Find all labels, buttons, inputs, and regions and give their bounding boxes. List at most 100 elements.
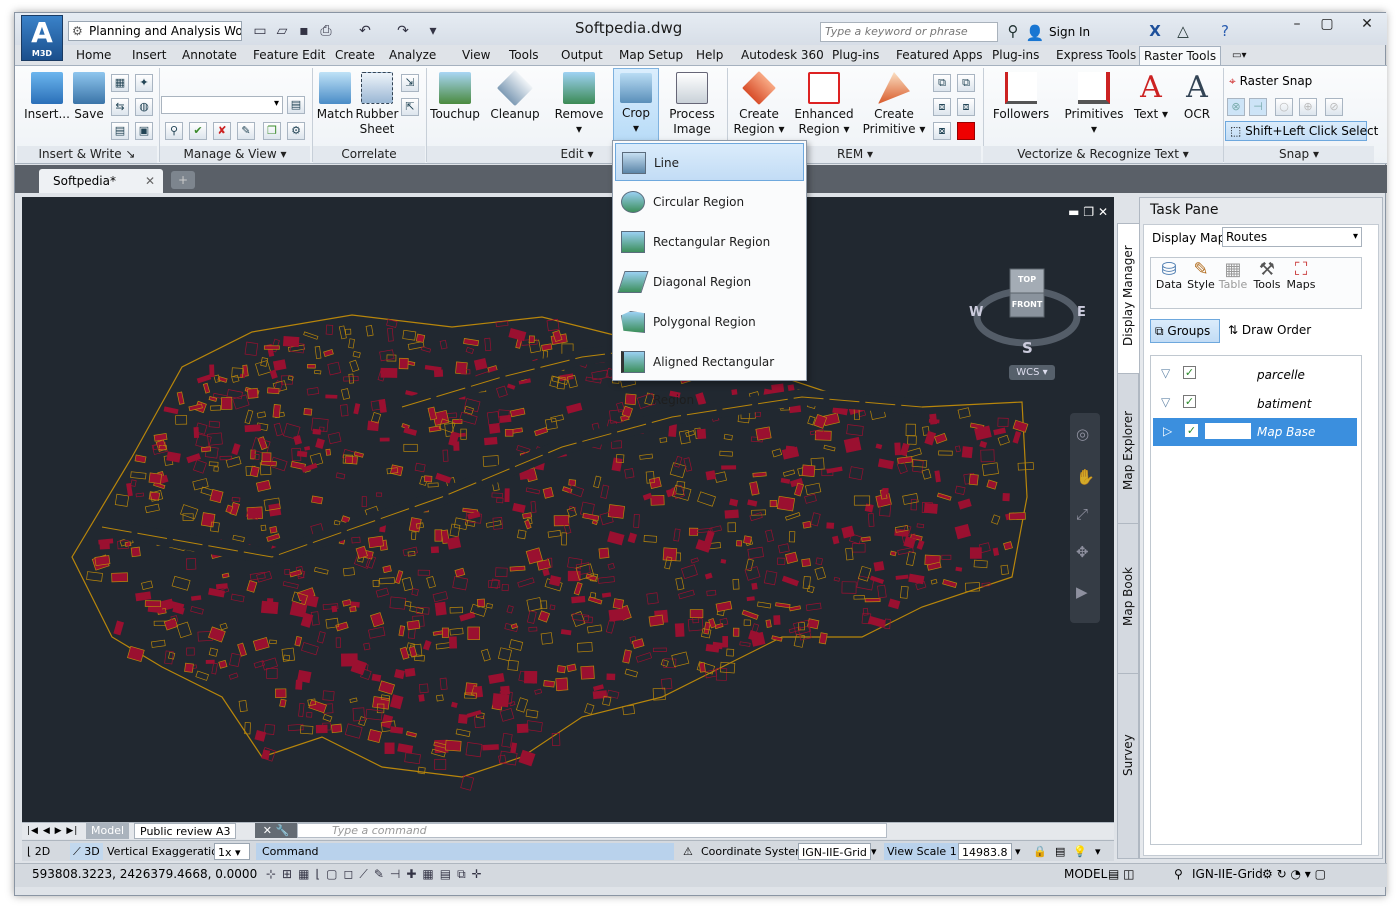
tab-map-explorer[interactable]: Map Explorer bbox=[1118, 374, 1139, 524]
shift-click-select-button[interactable]: ⬚ Shift+Left Click Select bbox=[1225, 121, 1378, 141]
rem-color-swatch[interactable] bbox=[957, 122, 975, 140]
steering-wheel-icon[interactable]: ◎ bbox=[1076, 425, 1089, 443]
minimize-button[interactable]: – bbox=[1283, 15, 1311, 35]
image-layout-icon[interactable]: ▤ bbox=[111, 122, 129, 140]
table-tool[interactable]: ▦ Table bbox=[1217, 261, 1249, 292]
tab-feature-edit[interactable]: Feature Edit bbox=[249, 46, 329, 65]
display-map-select[interactable]: Routes ▾ bbox=[1222, 227, 1362, 247]
insert-button[interactable]: Insert... bbox=[23, 72, 71, 122]
orbit-icon[interactable]: ✥ bbox=[1076, 543, 1089, 561]
mode-3d-button[interactable]: ⟋ 3D bbox=[70, 843, 103, 860]
search-input[interactable]: Type a keyword or phrase bbox=[820, 22, 998, 42]
crop-menu-aligned-rectangular-region[interactable]: Aligned Rectangular Region bbox=[615, 343, 804, 407]
hide-image-icon[interactable]: ✘ bbox=[213, 122, 231, 140]
print-icon[interactable]: ⎙ bbox=[316, 21, 336, 41]
draw-order-button[interactable]: ⇅ Draw Order bbox=[1228, 323, 1311, 337]
tab-create[interactable]: Create bbox=[331, 46, 379, 65]
raster-snap-toggle[interactable]: ⌖ Raster Snap bbox=[1229, 74, 1312, 89]
undo-icon[interactable]: ↶ bbox=[355, 21, 375, 41]
tools-tool[interactable]: ⚒ Tools bbox=[1251, 261, 1283, 292]
process-image-button[interactable]: Process Image bbox=[667, 72, 717, 137]
viewcube-top-face[interactable]: TOP bbox=[1010, 275, 1044, 284]
new-tab-button[interactable]: + bbox=[171, 171, 195, 189]
image-tree-icon[interactable]: ⚙ bbox=[287, 122, 305, 140]
annotation-scale-icon[interactable]: ⚲ bbox=[1171, 866, 1186, 883]
save-image-button[interactable]: Save bbox=[71, 72, 107, 122]
drafting-toggles[interactable]: ⊹⊞▦⌊▢◻⟋✎⊣✚▦▤⧉✛ bbox=[263, 866, 491, 883]
customize-qat-icon[interactable]: ▾ bbox=[423, 21, 443, 41]
model-space-button[interactable]: MODEL bbox=[1061, 866, 1110, 883]
groups-button[interactable]: ⧉ Groups bbox=[1150, 319, 1220, 343]
image-transfer-icon[interactable]: ⇆ bbox=[111, 98, 129, 116]
tab-autodesk-360[interactable]: Autodesk 360 bbox=[737, 46, 828, 65]
close-button[interactable]: ✕ bbox=[1349, 15, 1385, 35]
snap-mode-1-icon[interactable]: ⊗ bbox=[1227, 98, 1245, 116]
panel-vectorize[interactable]: Vectorize & Recognize Text ▾ bbox=[983, 146, 1223, 163]
coordinate-system-dropdown[interactable]: ▾ bbox=[868, 843, 880, 860]
image-globe-icon[interactable]: ◍ bbox=[135, 98, 153, 116]
save-icon[interactable]: ▪ bbox=[294, 21, 314, 41]
remove-button[interactable]: Remove ▾ bbox=[551, 72, 607, 137]
binoculars-icon[interactable]: ⚲ bbox=[1003, 21, 1023, 41]
touchup-button[interactable]: Touchup bbox=[427, 72, 483, 122]
status-menu-icon[interactable]: ▾ bbox=[1092, 843, 1104, 860]
expand-icon[interactable]: ▽ bbox=[1161, 366, 1170, 380]
layer-row-parcelle[interactable]: ▽ ✓ parcelle bbox=[1153, 364, 1359, 388]
tab-featured-apps[interactable]: Featured Apps bbox=[892, 46, 986, 65]
close-tab-icon[interactable]: ✕ bbox=[145, 169, 155, 193]
maximize-button[interactable]: ▢ bbox=[1313, 15, 1341, 35]
viewport-restore-icon[interactable]: ❐ bbox=[1083, 205, 1094, 219]
crop-menu-line[interactable]: Line bbox=[615, 143, 804, 181]
style-tool[interactable]: ✎ Style bbox=[1185, 261, 1217, 292]
view-scale-input[interactable]: 14983.8 bbox=[958, 843, 1012, 860]
tab-display-manager[interactable]: Display Manager bbox=[1118, 224, 1139, 374]
rem-split-icon[interactable]: ⧈ bbox=[957, 98, 975, 116]
panel-correlate[interactable]: Correlate bbox=[313, 146, 425, 163]
command-line-controls[interactable]: ✕ 🔧 bbox=[255, 823, 297, 838]
text-button[interactable]: A Text ▾ bbox=[1131, 72, 1171, 122]
compass-west[interactable]: W bbox=[969, 305, 983, 320]
view-scale-dropdown[interactable]: ▾ bbox=[1012, 843, 1024, 860]
copy-image-icon[interactable]: ❐ bbox=[263, 122, 281, 140]
tab-output[interactable]: Output bbox=[557, 46, 607, 65]
compass-east[interactable]: E bbox=[1077, 305, 1086, 320]
compass-south[interactable]: S bbox=[1022, 339, 1033, 357]
rem-paste-icon[interactable]: ⧉ bbox=[957, 74, 975, 92]
followers-button[interactable]: Followers bbox=[990, 72, 1052, 122]
vertical-exaggeration-select[interactable]: 1x ▾ bbox=[214, 843, 250, 860]
workspace-switch-icon[interactable]: ⚙ ↻ ◔ ▾ ▢ bbox=[1259, 866, 1329, 883]
layer-visibility-checkbox[interactable]: ✓ bbox=[1183, 395, 1196, 408]
redo-icon[interactable]: ↷ bbox=[393, 21, 413, 41]
snap-mode-3-icon[interactable]: ○ bbox=[1275, 98, 1293, 116]
primitives-button[interactable]: Primitives ▾ bbox=[1061, 72, 1127, 137]
zoom-extents-icon[interactable]: ⤢ bbox=[1076, 505, 1088, 523]
rem-merge-icon[interactable]: ⧈ bbox=[933, 98, 951, 116]
drawing-canvas[interactable]: ▬ ❐ ✕ TOP FRONT W E S WCS ▾ ◎ ✋ ⤢ ✥ ▶ bbox=[22, 197, 1114, 822]
document-tab[interactable]: Softpedia* ✕ bbox=[39, 169, 163, 193]
match-button[interactable]: Match bbox=[315, 72, 355, 122]
panel-insert-write[interactable]: Insert & Write ↘ bbox=[17, 146, 157, 163]
workspace-switcher[interactable]: ⚙ Planning and Analysis Wo... bbox=[68, 21, 242, 41]
autodesk-360-icon[interactable]: △ bbox=[1173, 21, 1193, 41]
zoom-icon[interactable]: ⚲ bbox=[165, 122, 183, 140]
tab-model-layout[interactable]: Model bbox=[86, 823, 130, 839]
snap-mode-4-icon[interactable]: ⊕ bbox=[1299, 98, 1317, 116]
viewcube[interactable]: TOP FRONT W E S WCS ▾ bbox=[967, 257, 1087, 387]
viewport-minimize-icon[interactable]: ▬ bbox=[1068, 205, 1079, 219]
new-file-icon[interactable]: ▭ bbox=[250, 21, 270, 41]
map-list-icon[interactable]: ▤ bbox=[1052, 843, 1068, 860]
lock-icon[interactable]: 🔒 bbox=[1030, 843, 1050, 860]
image-properties-icon[interactable]: ▦ bbox=[111, 74, 129, 92]
tab-help[interactable]: Help bbox=[692, 46, 727, 65]
rubber-sheet-button[interactable]: Rubber Sheet bbox=[355, 72, 399, 137]
tab-insert[interactable]: Insert bbox=[128, 46, 170, 65]
rem-detach-icon[interactable]: ⧇ bbox=[933, 122, 951, 140]
image-manager-icon[interactable]: ▤ bbox=[287, 96, 305, 114]
tab-raster-tools[interactable]: Raster Tools bbox=[1139, 46, 1222, 66]
expand-icon[interactable]: ▽ bbox=[1161, 395, 1170, 409]
pan-hand-icon[interactable]: ✋ bbox=[1076, 468, 1095, 486]
layer-row-batiment[interactable]: ▽ ✓ batiment bbox=[1153, 393, 1359, 417]
create-primitive-button[interactable]: Create Primitive ▾ bbox=[861, 72, 927, 137]
warning-icon[interactable]: ⚠ bbox=[680, 843, 696, 860]
snap-mode-2-icon[interactable]: ⊣ bbox=[1249, 98, 1267, 116]
